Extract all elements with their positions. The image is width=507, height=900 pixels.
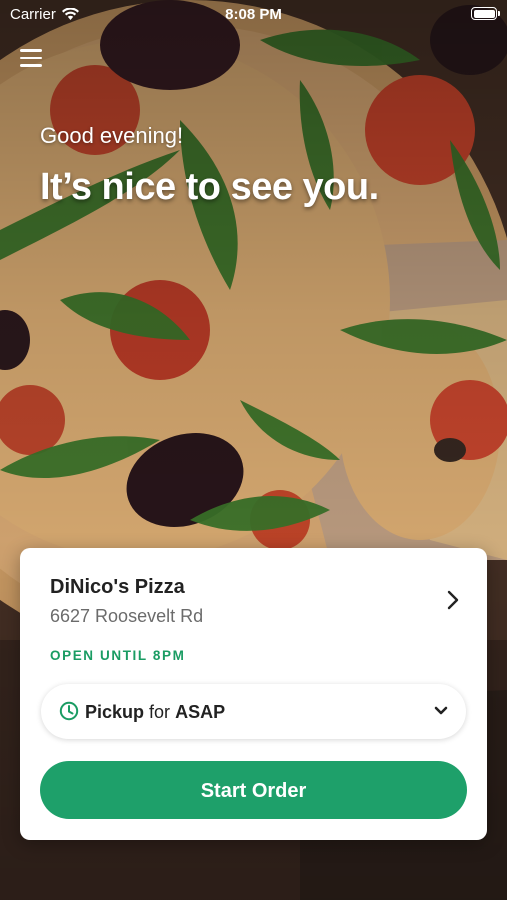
hamburger-menu-icon[interactable] (20, 48, 42, 68)
clock-icon (59, 701, 79, 721)
order-card: DiNico's Pizza 6627 Roosevelt Rd OPEN UN… (20, 548, 487, 840)
status-time: 8:08 PM (225, 6, 282, 23)
location-address: 6627 Roosevelt Rd (50, 606, 204, 626)
greeting-salutation: Good evening! (40, 123, 184, 148)
order-mode-selector[interactable]: Pickup for ASAP (41, 684, 466, 739)
chevron-down-icon[interactable] (434, 706, 448, 716)
location-hours: OPEN UNTIL 8PM (50, 648, 186, 663)
chevron-right-icon[interactable] (447, 590, 459, 610)
status-bar: Carrier 8:08 PM (0, 0, 507, 30)
order-connector: for (149, 702, 171, 722)
greeting-headline: It’s nice to see you. (40, 166, 379, 208)
battery-icon (471, 7, 500, 20)
order-method: Pickup (85, 702, 145, 722)
order-mode-text: Pickup for ASAP (85, 702, 225, 723)
location-selector[interactable]: DiNico's Pizza 6627 Roosevelt Rd (20, 548, 487, 636)
order-timing: ASAP (175, 702, 226, 722)
start-order-button[interactable]: Start Order (40, 761, 467, 819)
location-name: DiNico's Pizza (50, 576, 185, 598)
